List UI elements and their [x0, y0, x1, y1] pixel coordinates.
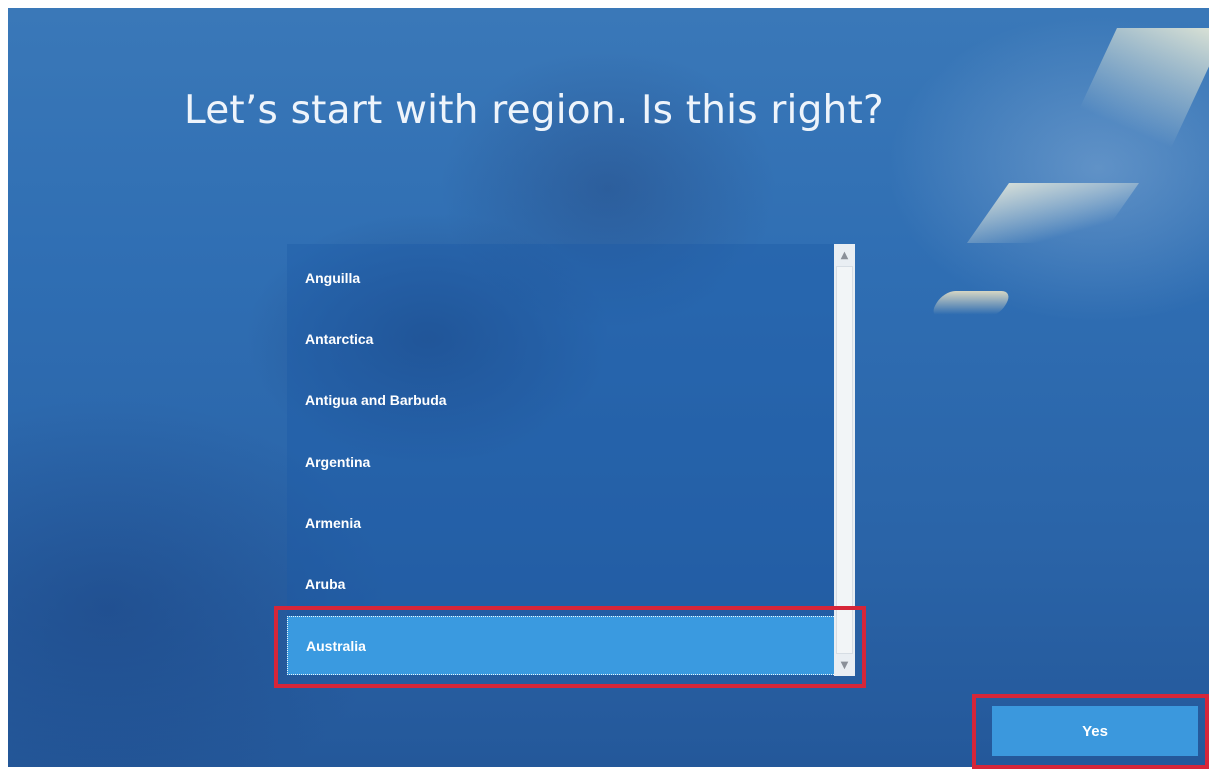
ceiling-light-reflection — [1061, 28, 1209, 148]
chevron-down-icon[interactable]: ▼ — [834, 656, 855, 674]
ceiling-light-reflection — [966, 183, 1140, 243]
list-item-australia-selected[interactable]: Australia — [287, 616, 836, 675]
list-item-anguilla[interactable]: Anguilla — [287, 250, 836, 306]
list-item-aruba[interactable]: Aruba — [287, 556, 836, 612]
yes-button[interactable]: Yes — [992, 706, 1198, 756]
ceiling-light-reflection — [928, 291, 1014, 317]
list-item-antarctica[interactable]: Antarctica — [287, 311, 836, 367]
list-item-argentina[interactable]: Argentina — [287, 434, 836, 490]
chevron-up-icon[interactable]: ▲ — [834, 246, 855, 264]
region-list[interactable]: Anguilla Antarctica Antigua and Barbuda … — [287, 244, 836, 676]
photo-frame: Let’s start with region. Is this right? … — [0, 0, 1209, 769]
list-item-armenia[interactable]: Armenia — [287, 495, 836, 551]
page-title: Let’s start with region. Is this right? — [184, 88, 884, 133]
list-scrollbar[interactable]: ▲ ▼ — [834, 244, 855, 676]
scrollbar-thumb[interactable] — [836, 266, 853, 654]
list-item-antigua-and-barbuda[interactable]: Antigua and Barbuda — [287, 372, 836, 428]
